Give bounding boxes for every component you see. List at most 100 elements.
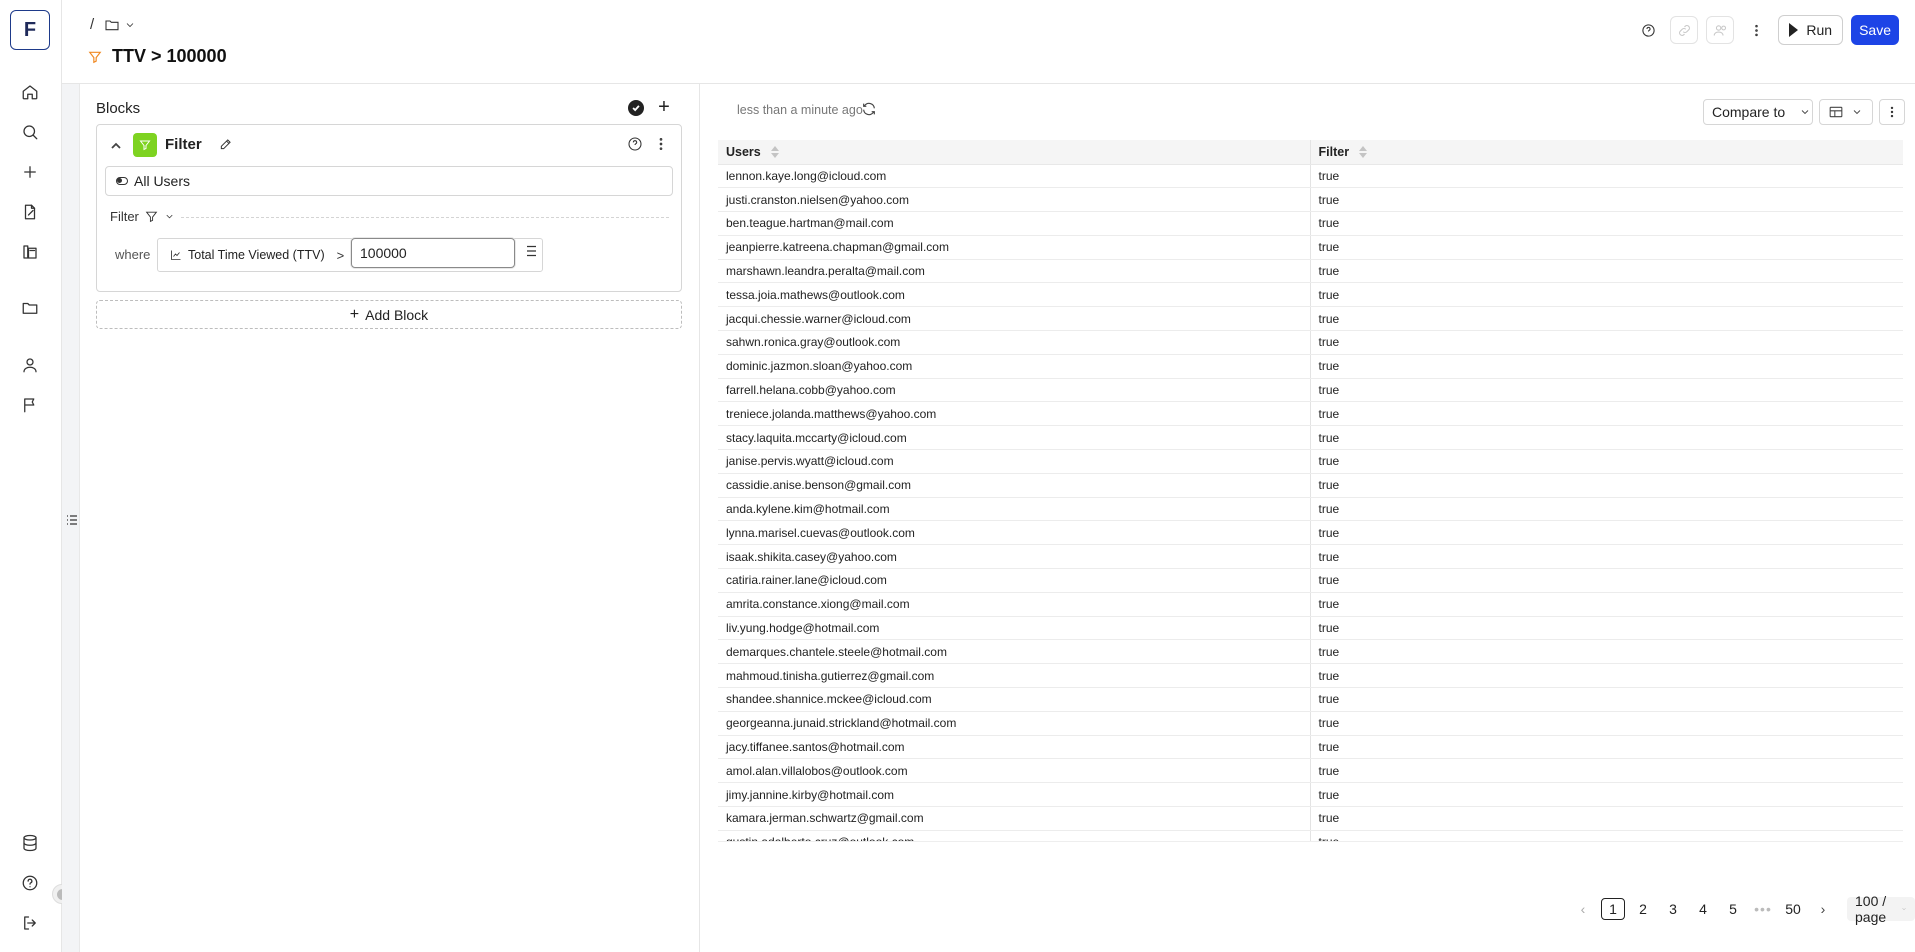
source-label: All Users — [134, 173, 191, 189]
sort-icon — [1359, 146, 1368, 159]
check-circle-icon[interactable] — [628, 100, 644, 116]
table-row[interactable]: anda.kylene.kim@hotmail.com true — [718, 497, 1903, 522]
save-button[interactable]: Save — [1851, 15, 1899, 45]
app-logo[interactable]: F — [10, 10, 50, 50]
list-icon[interactable] — [521, 242, 541, 262]
next-page-icon[interactable]: › — [1811, 898, 1835, 920]
breadcrumb-folder[interactable] — [104, 17, 136, 33]
table-row[interactable]: gustin.adalberto.cruz@outlook.comtrue — [718, 830, 1903, 841]
document-icon[interactable] — [16, 198, 44, 226]
cell-filter: true — [1310, 830, 1903, 841]
table-row[interactable]: lynna.marisel.cuevas@outlook.com true — [718, 520, 1903, 546]
table-row[interactable]: lennon.kaye.long@icloud.com true — [718, 164, 1903, 189]
page-5[interactable]: 5 — [1721, 898, 1745, 920]
table-row[interactable]: stacy.laquita.mccarty@icloud.com true — [718, 425, 1903, 451]
page-2[interactable]: 2 — [1631, 898, 1655, 920]
table-row[interactable]: jeanpierre.katreena.chapman@gmail.com tru… — [718, 235, 1903, 260]
cell-filter: true — [1310, 473, 1903, 498]
blocks-heading: Blocks — [96, 100, 141, 117]
outline-list-icon[interactable] — [66, 513, 78, 525]
prev-page-icon[interactable]: ‹ — [1571, 898, 1595, 920]
page-size-selector[interactable]: 100 / page — [1847, 893, 1915, 925]
help-icon[interactable] — [16, 869, 44, 897]
database-icon[interactable] — [16, 829, 44, 857]
table-row[interactable]: jacy.tiffanee.santos@hotmail.com true — [718, 735, 1903, 760]
column-header-users[interactable]: Users — [718, 140, 1311, 165]
cell-filter: true — [1310, 568, 1903, 593]
home-icon[interactable] — [16, 78, 44, 106]
column-header-filter[interactable]: Filter — [1310, 140, 1903, 165]
more-vertical-icon[interactable] — [653, 136, 669, 152]
table-icon — [1829, 106, 1843, 118]
table-row[interactable]: shandee.shannice.mckee@icloud.com true — [718, 687, 1903, 712]
table-row[interactable]: kamara.jerman.schwartz@gmail.com true — [718, 806, 1903, 831]
add-block-plus-icon[interactable]: + — [654, 96, 674, 118]
add-block-button[interactable]: + Add Block — [96, 300, 682, 329]
table-row[interactable]: amrita.constance.xiong@mail.com true — [718, 592, 1903, 617]
table-row[interactable]: treniece.jolanda.matthews@yahoo.com true — [718, 401, 1903, 427]
link-icon[interactable] — [1670, 16, 1699, 44]
cell-user: ben.teague.hartman@mail.com — [718, 211, 1311, 236]
cell-filter: true — [1310, 282, 1903, 308]
cell-filter: true — [1310, 306, 1903, 332]
page-last[interactable]: 50 — [1781, 898, 1805, 920]
chevron-down-icon — [1801, 110, 1809, 115]
breadcrumb: / — [90, 16, 136, 33]
source-selector[interactable]: All Users — [105, 166, 673, 196]
table-row[interactable]: jimy.jannine.kirby@hotmail.com true — [718, 782, 1903, 808]
table-row[interactable]: catiria.rainer.lane@icloud.com true — [718, 568, 1903, 593]
table-row[interactable]: justi.cranston.nielsen@yahoo.com true — [718, 187, 1903, 213]
table-row[interactable]: mahmoud.tinisha.gutierrez@gmail.com true — [718, 663, 1903, 689]
table-row[interactable]: marshawn.leandra.peralta@mail.com true — [718, 259, 1903, 284]
folder-icon[interactable] — [16, 294, 44, 322]
share-users-icon[interactable] — [1706, 16, 1735, 44]
breadcrumb-separator: / — [90, 16, 95, 33]
operator-selector[interactable]: > — [337, 248, 345, 263]
metric-selector[interactable]: Total Time Viewed (TTV) — [158, 248, 325, 262]
help-icon[interactable] — [627, 136, 643, 152]
table-row[interactable]: ben.teague.hartman@mail.com true — [718, 211, 1903, 236]
add-block-label: Add Block — [365, 306, 429, 323]
cell-filter: true — [1310, 687, 1903, 712]
plus-icon[interactable] — [16, 158, 44, 186]
more-vertical-icon[interactable] — [1742, 16, 1770, 44]
filter-value-input[interactable] — [351, 238, 515, 268]
table-row[interactable]: jacqui.chessie.warner@icloud.com true — [718, 306, 1903, 332]
table-row[interactable]: isaak.shikita.casey@yahoo.com true — [718, 544, 1903, 570]
more-vertical-icon[interactable] — [1879, 99, 1905, 125]
page-1[interactable]: 1 — [1601, 898, 1625, 920]
page-title[interactable]: TTV > 100000 — [112, 46, 227, 67]
filter-subsection[interactable]: Filter — [110, 209, 175, 224]
table-row[interactable]: cassidie.anise.benson@gmail.com true — [718, 473, 1903, 498]
compare-to-dropdown[interactable]: Compare to — [1703, 99, 1813, 125]
page-ellipsis[interactable]: ••• — [1751, 898, 1775, 920]
library-icon[interactable] — [16, 238, 44, 266]
table-row[interactable]: georgeanna.junaid.strickland@hotmail.com… — [718, 711, 1903, 736]
view-mode-dropdown[interactable] — [1819, 99, 1873, 125]
run-button[interactable]: Run — [1778, 15, 1844, 45]
table-row[interactable]: liv.yung.hodge@hotmail.com true — [718, 616, 1903, 641]
refresh-icon[interactable] — [861, 101, 877, 117]
table-row[interactable]: tessa.joia.mathews@outlook.com true — [718, 282, 1903, 308]
cell-user: janise.pervis.wyatt@icloud.com — [718, 449, 1311, 474]
table-row[interactable]: janise.pervis.wyatt@icloud.com true — [718, 449, 1903, 474]
logout-icon[interactable] — [16, 909, 44, 937]
table-row[interactable]: amol.alan.villalobos@outlook.com true — [718, 758, 1903, 784]
cell-user: mahmoud.tinisha.gutierrez@gmail.com — [718, 663, 1311, 689]
user-icon[interactable] — [16, 351, 44, 379]
filter-block-title[interactable]: Filter — [165, 136, 202, 153]
flag-icon[interactable] — [16, 391, 44, 419]
table-row[interactable]: demarques.chantele.steele@hotmail.com tru… — [718, 639, 1903, 665]
page-3[interactable]: 3 — [1661, 898, 1685, 920]
cell-filter: true — [1310, 735, 1903, 760]
page-4[interactable]: 4 — [1691, 898, 1715, 920]
filter-condition: Total Time Viewed (TTV) > — [157, 238, 543, 272]
table-row[interactable]: farrell.helana.cobb@yahoo.com true — [718, 378, 1903, 403]
table-row[interactable]: sahwn.ronica.gray@outlook.com true — [718, 330, 1903, 355]
search-icon[interactable] — [16, 118, 44, 146]
cell-filter: true — [1310, 616, 1903, 641]
pencil-icon[interactable] — [219, 137, 233, 151]
table-row[interactable]: dominic.jazmon.sloan@yahoo.com true — [718, 354, 1903, 379]
chevron-up-icon[interactable] — [109, 139, 123, 153]
help-icon[interactable] — [1634, 16, 1662, 44]
